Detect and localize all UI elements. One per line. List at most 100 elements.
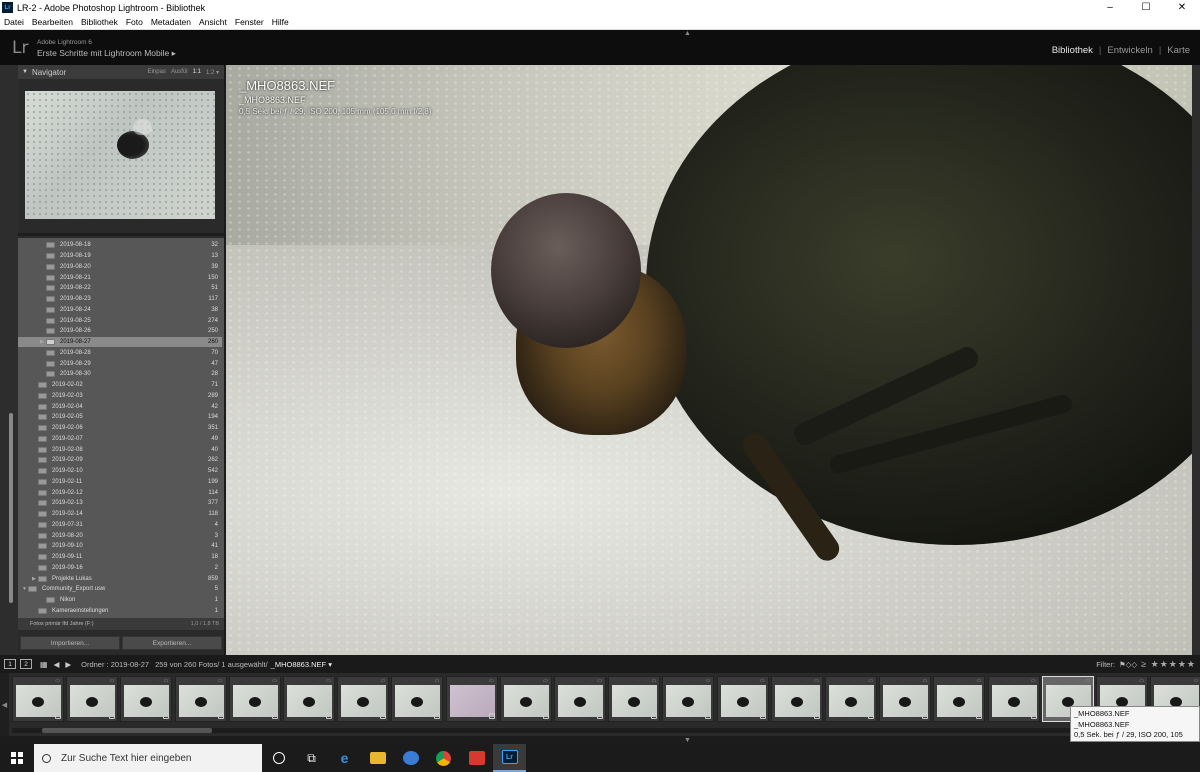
window-1-button[interactable]: 1: [4, 659, 16, 669]
taskbar-search[interactable]: Zur Suche Text hier eingeben: [34, 744, 262, 772]
prev-arrow-icon[interactable]: ◀: [54, 660, 60, 669]
folder-row[interactable]: 2019-08-19 13: [18, 251, 222, 262]
menu-bearbeiten[interactable]: Bearbeiten: [28, 17, 77, 27]
folder-row[interactable]: Kameraeinstellungen 1: [18, 606, 222, 617]
start-button[interactable]: [0, 744, 34, 772]
filmstrip-thumbnail[interactable]: ▭: [716, 676, 769, 722]
volume-bar[interactable]: Fotos primär lfd Jahre (F:) 1,0 / 1,8 TB: [18, 618, 224, 630]
folder-row[interactable]: 2019-09-11 18: [18, 552, 222, 563]
filmstrip-thumbnail[interactable]: ▭: [770, 676, 823, 722]
folder-row[interactable]: 2019-02-07 49: [18, 434, 222, 445]
lightroom-icon[interactable]: Lr: [493, 744, 526, 772]
bottom-panel-toggle-icon[interactable]: ▼: [684, 737, 691, 744]
filmstrip-thumbnail[interactable]: ▭: [879, 676, 932, 722]
filmstrip-scroll-thumb[interactable]: [42, 728, 212, 733]
folder-row[interactable]: 2019-02-04 42: [18, 401, 222, 412]
filmstrip-thumbnail[interactable]: ▭: [662, 676, 715, 722]
folder-row[interactable]: 2019-02-13 377: [18, 498, 222, 509]
folder-row[interactable]: 2019-08-23 117: [18, 294, 222, 305]
folder-row[interactable]: Nikon 1: [18, 595, 222, 606]
task-view-icon[interactable]: ⧉: [295, 744, 328, 772]
folder-row[interactable]: 2019-02-12 114: [18, 487, 222, 498]
zoom-fill[interactable]: Ausfül: [171, 69, 188, 76]
star-filter[interactable]: ≥ ★★★★★: [1141, 659, 1196, 670]
navigator-preview[interactable]: [25, 91, 215, 219]
folder-row[interactable]: ▶ Projekte Lukas 859: [18, 573, 222, 584]
chrome-icon[interactable]: [427, 744, 460, 772]
folder-row[interactable]: 2019-02-11 199: [18, 477, 222, 488]
folder-row[interactable]: 2019-02-09 262: [18, 455, 222, 466]
mobile-tagline[interactable]: Erste Schritte mit Lightroom Mobile ▸: [37, 48, 176, 59]
flag-filter-icon[interactable]: ⚑◇◇: [1119, 660, 1137, 669]
filmstrip-thumbnail[interactable]: ▭: [120, 676, 173, 722]
module-karte[interactable]: Karte: [1167, 45, 1190, 56]
zoom-1-1[interactable]: 1:1: [193, 69, 201, 76]
folder-row[interactable]: 2019-08-29 47: [18, 358, 222, 369]
filmstrip-scroll-left-icon[interactable]: ◀: [0, 673, 9, 736]
filmstrip-scrollbar[interactable]: [12, 728, 1192, 733]
file-explorer-icon[interactable]: [361, 744, 394, 772]
folder-row[interactable]: 2019-08-18 32: [18, 240, 222, 251]
filmstrip-thumbnail[interactable]: ▭: [499, 676, 552, 722]
zoom-fit[interactable]: Einpas: [148, 69, 166, 76]
folder-row[interactable]: 2019-02-05 194: [18, 412, 222, 423]
filmstrip-thumbnail[interactable]: ▭: [228, 676, 281, 722]
folder-row[interactable]: 2019-08-20 3: [18, 530, 222, 541]
next-arrow-icon[interactable]: ▶: [65, 660, 71, 669]
app-red-icon[interactable]: [460, 744, 493, 772]
filmstrip-thumbnail[interactable]: ▭: [608, 676, 661, 722]
folder-row[interactable]: ▶ 2019-08-27 260: [18, 336, 222, 348]
close-button[interactable]: ✕: [1164, 0, 1200, 15]
folder-row[interactable]: 2019-08-28 70: [18, 348, 222, 359]
minimize-button[interactable]: –: [1092, 0, 1128, 15]
folder-row[interactable]: 2019-02-14 118: [18, 509, 222, 520]
filmstrip-thumbnail[interactable]: ▭: [933, 676, 986, 722]
window-2-button[interactable]: 2: [20, 659, 32, 669]
import-button[interactable]: Importieren...: [20, 636, 120, 650]
menu-datei[interactable]: Datei: [0, 17, 28, 27]
filmstrip-thumbnail[interactable]: ▭: [12, 676, 64, 722]
folder-row[interactable]: ▼ Community_Export usw 5: [18, 584, 222, 595]
menu-metadaten[interactable]: Metadaten: [147, 17, 195, 27]
filmstrip-thumbnail[interactable]: ▭: [174, 676, 227, 722]
filmstrip-thumbnail[interactable]: ▭: [66, 676, 119, 722]
folder-row[interactable]: 2019-02-03 289: [18, 391, 222, 402]
export-button[interactable]: Exportieren...: [122, 636, 222, 650]
menu-foto[interactable]: Foto: [122, 17, 147, 27]
navigator-header[interactable]: ▼ Navigator Einpas Ausfül 1:1 1:2 ▾: [18, 65, 224, 79]
folder-row[interactable]: 2019-08-25 274: [18, 315, 222, 326]
folder-row[interactable]: 2019-02-02 71: [18, 380, 222, 391]
folder-row[interactable]: 2019-08-21 150: [18, 272, 222, 283]
cortana-icon[interactable]: [262, 744, 295, 772]
edge-icon[interactable]: e: [328, 744, 361, 772]
left-panel-scrollbar[interactable]: [9, 413, 13, 603]
menu-bibliothek[interactable]: Bibliothek: [77, 17, 122, 27]
folder-row[interactable]: 2019-08-24 38: [18, 305, 222, 316]
folder-row[interactable]: 2019-02-06 351: [18, 423, 222, 434]
loupe-view-image[interactable]: _MHO8863.NEF _MHO8863.NEF 0,5 Sek. bei ƒ…: [226, 65, 1192, 655]
folder-row[interactable]: 2019-08-20 39: [18, 262, 222, 273]
collapse-triangle-icon[interactable]: ▼: [22, 69, 28, 75]
folder-row[interactable]: 2019-08-22 51: [18, 283, 222, 294]
menu-fenster[interactable]: Fenster: [231, 17, 268, 27]
right-scroll-strip[interactable]: [1192, 65, 1200, 655]
folder-row[interactable]: 2019-02-08 40: [18, 444, 222, 455]
menu-hilfe[interactable]: Hilfe: [268, 17, 293, 27]
zoom-1-2[interactable]: 1:2 ▾: [206, 69, 219, 76]
menu-ansicht[interactable]: Ansicht: [195, 17, 231, 27]
source-folder[interactable]: Ordner : 2019-08-27: [81, 660, 149, 669]
filmstrip-thumbnail[interactable]: ▭: [987, 676, 1040, 722]
folder-row[interactable]: 2019-07-31 4: [18, 520, 222, 531]
folder-row[interactable]: 2019-08-26 250: [18, 326, 222, 337]
selected-filename[interactable]: _MHO8863.NEF ▾: [271, 660, 332, 669]
filmstrip-thumbnail[interactable]: ▭: [337, 676, 390, 722]
filmstrip-thumbnail[interactable]: ▭: [283, 676, 335, 722]
grid-view-icon[interactable]: ▦: [40, 660, 48, 669]
folder-row[interactable]: 2019-02-10 542: [18, 466, 222, 477]
filmstrip-thumbnail[interactable]: ▭: [391, 676, 444, 722]
filmstrip-thumbnail[interactable]: ▭: [825, 676, 877, 722]
filmstrip-thumbnail[interactable]: ▭: [445, 676, 498, 722]
thunderbird-icon[interactable]: [394, 744, 427, 772]
module-entwickeln[interactable]: Entwickeln: [1107, 45, 1152, 56]
maximize-button[interactable]: ☐: [1128, 0, 1164, 15]
